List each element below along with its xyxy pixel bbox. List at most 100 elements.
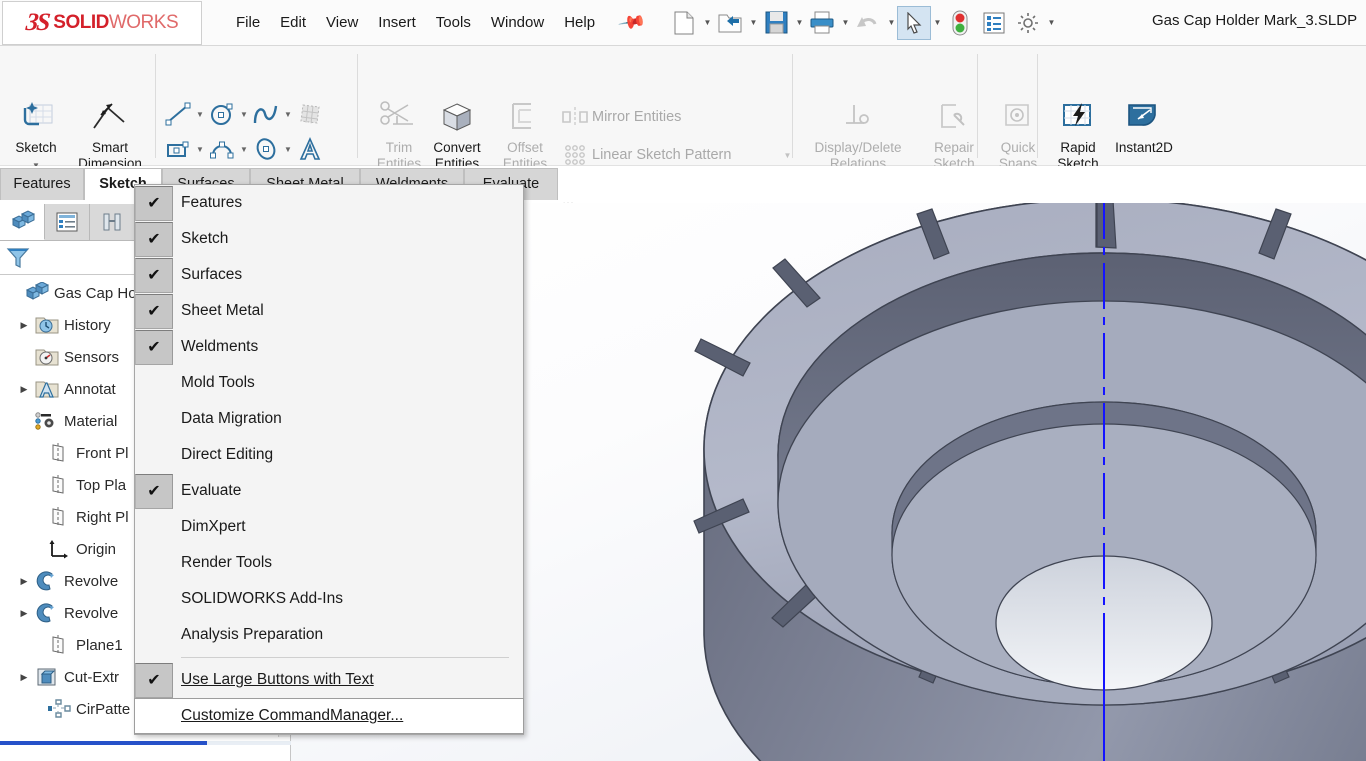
offset-entities-label-1: Offset [507, 140, 543, 155]
new-document-dropdown-icon[interactable]: ▼ [701, 6, 713, 40]
menu-tools[interactable]: Tools [426, 10, 481, 35]
plane-icon [46, 506, 72, 528]
menu-item-customize-commandmanager[interactable]: Customize CommandManager... [134, 698, 524, 734]
menu-direct-editing-checkbox[interactable] [135, 438, 173, 473]
command-manager-ribbon: Sketch ▼ Smart Dimension ▼ ▼ ▼ ▼ [0, 46, 1366, 203]
open-document-button[interactable] [713, 6, 747, 40]
mirror-entities-button[interactable]: Mirror Entities [558, 104, 681, 130]
sketch-plane-icon[interactable] [295, 98, 325, 130]
offset-entities-button[interactable]: Offset Entities [489, 98, 561, 172]
menu-item-data-migration[interactable]: Data Migration [135, 401, 523, 437]
print-document-button[interactable] [805, 6, 839, 40]
menu-dimxpert-checkbox[interactable] [135, 510, 173, 545]
menu-item-dimxpert[interactable]: DimXpert [135, 509, 523, 545]
menu-item-direct-editing[interactable]: Direct Editing [135, 437, 523, 473]
menu-features-checkbox[interactable]: ✔ [135, 185, 173, 221]
menu-sketch-checkbox[interactable]: ✔ [135, 221, 173, 257]
filter-funnel-icon [6, 246, 30, 270]
pattern-dots-icon [558, 142, 592, 168]
save-document-button[interactable] [759, 6, 793, 40]
linear-sketch-pattern-label: Linear Sketch Pattern [592, 147, 732, 163]
logo-solid-text: SOLID [53, 11, 109, 33]
tree-front-plane-label: Front Pl [76, 444, 129, 462]
menu-sheet-metal-checkbox[interactable]: ✔ [135, 293, 173, 329]
select-tool-dropdown-icon[interactable]: ▼ [931, 6, 943, 40]
new-document-button[interactable] [667, 6, 701, 40]
spline-tool-button[interactable] [251, 98, 281, 130]
options-gear-icon[interactable] [1011, 6, 1045, 40]
menu-view[interactable]: View [316, 10, 368, 35]
rectangle-tool-button[interactable] [163, 133, 193, 165]
open-document-dropdown-icon[interactable]: ▼ [747, 6, 759, 40]
arc-tool-button[interactable] [207, 133, 237, 165]
menu-item-mold-tools[interactable]: Mold Tools [135, 365, 523, 401]
tab-features[interactable]: Features [0, 168, 84, 200]
menu-surfaces-checkbox[interactable]: ✔ [135, 257, 173, 293]
spline-tool-dropdown-icon[interactable]: ▼ [281, 98, 295, 130]
property-manager-tab[interactable] [45, 204, 90, 240]
select-tool-button[interactable] [897, 5, 932, 40]
menu-use-large-buttons-checkbox[interactable]: ✔ [135, 662, 173, 698]
menu-analysis-preparation-checkbox[interactable] [135, 618, 173, 653]
menu-mold-tools-checkbox[interactable] [135, 366, 173, 401]
line-tool-dropdown-icon[interactable]: ▼ [193, 98, 207, 130]
menu-item-weldments[interactable]: ✔ Weldments [135, 329, 523, 365]
mirror-entities-label: Mirror Entities [592, 109, 682, 125]
save-document-dropdown-icon[interactable]: ▼ [793, 6, 805, 40]
menu-separator [181, 657, 509, 658]
tree-revolve-2-expand-arrow[interactable]: ▶ [14, 608, 34, 619]
pushpin-icon[interactable]: 📌 [617, 7, 648, 37]
circle-tool-button[interactable] [207, 98, 237, 130]
ellipse-tool-button[interactable] [251, 133, 281, 165]
tree-annotations-expand-arrow[interactable]: ▶ [14, 384, 34, 395]
sketch-command-label: Sketch [15, 140, 57, 155]
undo-button[interactable] [851, 6, 885, 40]
menu-item-solidworks-add-ins[interactable]: SOLIDWORKS Add-Ins [135, 581, 523, 617]
circle-tool-dropdown-icon[interactable]: ▼ [237, 98, 251, 130]
arc-tool-dropdown-icon[interactable]: ▼ [237, 133, 251, 165]
feature-tree-horizontal-scrollbar[interactable] [0, 741, 291, 745]
options-list-button[interactable] [977, 6, 1011, 40]
tree-revolve-2-label: Revolve [64, 604, 119, 622]
menu-data-migration-checkbox[interactable] [135, 402, 173, 437]
instant2d-button[interactable]: Instant2D [1104, 98, 1184, 156]
menu-item-sheet-metal[interactable]: ✔ Sheet Metal [135, 293, 523, 329]
smart-dimension-icon [74, 98, 146, 140]
line-tool-button[interactable] [163, 98, 193, 130]
menu-item-render-tools[interactable]: Render Tools [135, 545, 523, 581]
menu-render-tools-checkbox[interactable] [135, 546, 173, 581]
menu-item-surfaces[interactable]: ✔ Surfaces [135, 257, 523, 293]
repair-sketch-button[interactable]: Repair Sketch [918, 98, 990, 172]
rectangle-tool-dropdown-icon[interactable]: ▼ [193, 133, 207, 165]
menu-insert[interactable]: Insert [368, 10, 426, 35]
menu-item-sketch[interactable]: ✔ Sketch [135, 221, 523, 257]
menu-direct-editing-label: Direct Editing [181, 446, 274, 463]
text-a-icon[interactable] [295, 133, 325, 165]
configuration-manager-tab[interactable] [90, 204, 135, 240]
tree-revolve-1-expand-arrow[interactable]: ▶ [14, 576, 34, 587]
menu-evaluate-checkbox[interactable]: ✔ [135, 473, 173, 509]
sensors-folder-icon [34, 346, 60, 368]
tree-material-label: Material [64, 412, 118, 430]
options-dropdown-icon[interactable]: ▼ [1045, 6, 1057, 40]
feature-manager-tab[interactable] [0, 204, 45, 240]
menu-edit[interactable]: Edit [270, 10, 316, 35]
rebuild-button[interactable] [943, 6, 977, 40]
tree-cut-extrude-expand-arrow[interactable]: ▶ [14, 672, 34, 683]
linear-sketch-pattern-dropdown-icon[interactable]: ▼ [783, 151, 791, 160]
menu-window[interactable]: Window [481, 10, 554, 35]
menu-item-use-large-buttons-with-text[interactable]: ✔ Use Large Buttons with Text [135, 662, 523, 698]
menu-item-analysis-preparation[interactable]: Analysis Preparation [135, 617, 523, 653]
linear-sketch-pattern-button[interactable]: Linear Sketch Pattern ▼ [558, 142, 791, 168]
tree-history-expand-arrow[interactable]: ▶ [14, 320, 34, 331]
menu-item-evaluate[interactable]: ✔ Evaluate [135, 473, 523, 509]
menu-weldments-checkbox[interactable]: ✔ [135, 329, 173, 365]
sketch-command-button[interactable]: Sketch ▼ [0, 98, 72, 174]
menu-item-features[interactable]: ✔ Features [135, 185, 523, 221]
print-document-dropdown-icon[interactable]: ▼ [839, 6, 851, 40]
menu-help[interactable]: Help [554, 10, 605, 35]
undo-dropdown-icon[interactable]: ▼ [885, 6, 897, 40]
menu-solidworks-add-ins-checkbox[interactable] [135, 582, 173, 617]
menu-file[interactable]: File [226, 10, 270, 35]
ellipse-tool-dropdown-icon[interactable]: ▼ [281, 133, 295, 165]
